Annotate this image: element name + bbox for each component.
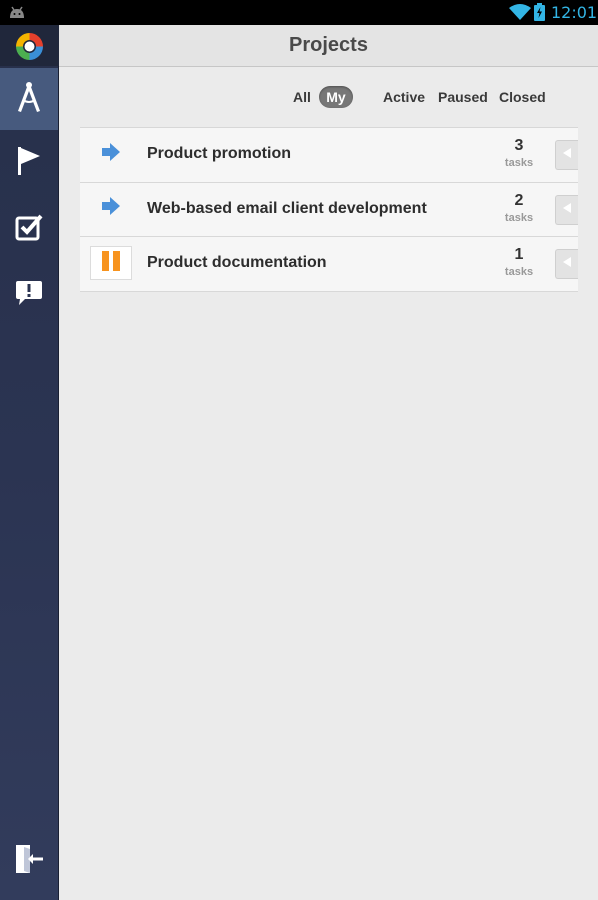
header: Projects (59, 25, 598, 67)
expand-button[interactable] (555, 194, 578, 225)
sidebar-item-tasks[interactable] (0, 198, 58, 260)
filter-all[interactable]: All (293, 86, 311, 108)
battery-charging-icon (534, 3, 545, 26)
filter-paused[interactable]: Paused (438, 86, 488, 108)
filter-my[interactable]: My (319, 86, 353, 108)
project-row[interactable]: Product documentation 1 tasks (80, 237, 578, 292)
speech-bubble-exclamation-icon (15, 279, 43, 312)
expand-button[interactable] (555, 249, 578, 279)
page-title: Projects (289, 34, 368, 56)
project-status (90, 192, 132, 226)
sidebar-item-milestones[interactable] (0, 132, 58, 194)
checkbox-icon (15, 213, 43, 246)
task-count: 2 (514, 191, 524, 209)
triangle-left-icon (562, 255, 572, 273)
expand-button[interactable] (555, 140, 578, 170)
logout-door-icon (14, 843, 44, 880)
project-list: Product promotion 3 tasks Web-based emai… (80, 127, 578, 292)
task-count-label: tasks (504, 211, 534, 224)
triangle-left-icon (562, 201, 572, 219)
sidebar-item-logout[interactable] (0, 830, 58, 892)
sidebar (0, 25, 59, 900)
project-name: Product documentation (147, 254, 327, 271)
project-name: Web-based email client development (147, 199, 427, 217)
wifi-icon (509, 3, 531, 26)
clock: 12:01 (551, 3, 598, 22)
task-count: 1 (514, 246, 524, 263)
project-row[interactable]: Web-based email client development 2 tas… (80, 182, 578, 237)
app-logo-icon (15, 32, 44, 66)
triangle-left-icon (562, 146, 572, 164)
status-bar: 12:01 (0, 0, 598, 25)
project-status (90, 246, 132, 280)
task-count: 3 (514, 137, 524, 154)
sidebar-item-projects[interactable] (0, 68, 58, 130)
compass-icon (16, 81, 42, 118)
project-status (90, 137, 132, 171)
project-row[interactable]: Product promotion 3 tasks (80, 128, 578, 183)
filter-closed[interactable]: Closed (499, 86, 546, 108)
task-count-label: tasks (504, 266, 534, 278)
blue-arrow-icon (100, 196, 122, 221)
android-icon (8, 5, 26, 24)
sidebar-item-discussions[interactable] (0, 264, 58, 326)
app-logo-cell[interactable] (0, 25, 59, 66)
blue-arrow-icon (100, 142, 122, 167)
filter-active[interactable]: Active (383, 86, 425, 108)
flag-icon (17, 146, 41, 181)
orange-pause-icon (101, 250, 121, 277)
project-name: Product promotion (147, 145, 291, 162)
task-count-label: tasks (504, 157, 534, 169)
